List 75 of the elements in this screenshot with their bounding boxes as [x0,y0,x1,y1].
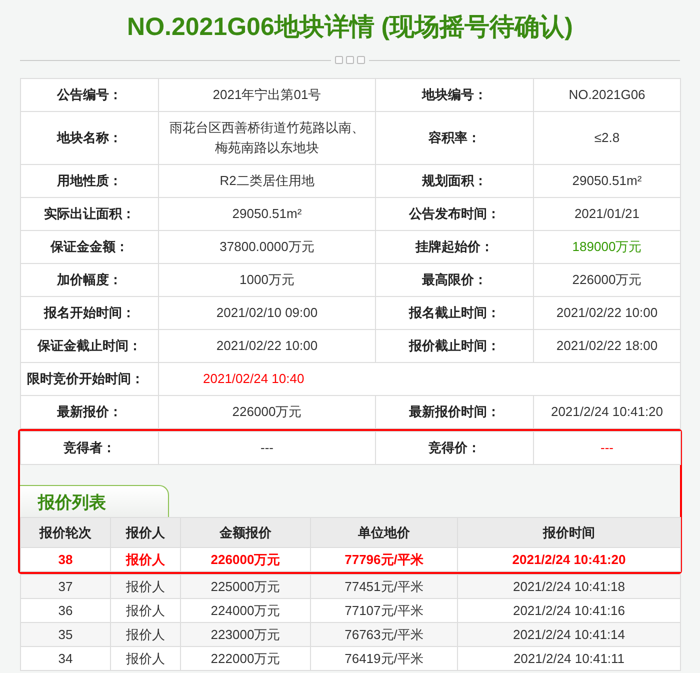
field-value: 2021/02/22 10:00 [556,304,658,322]
column-header: 报价时间 [458,518,680,548]
field-label: 保证金截止时间： [38,337,142,355]
field-label: 用地性质： [57,172,122,190]
field-value: 2021/2/24 10:41:20 [550,403,664,421]
table-cell: 报价人 [110,622,180,646]
field-value: 2021/02/22 10:00 [216,337,318,355]
table-cell: 报价人 [110,574,180,598]
field-label: 地块名称： [57,129,122,147]
field-value: 2021/01/21 [574,205,640,223]
table-cell: 77107元/平米 [310,598,458,622]
field-value: 2021年宁出第01号 [212,86,322,104]
table-cell: 2021/2/24 10:41:18 [458,574,680,598]
field-value: --- [260,439,274,457]
field-label: 最新报价时间： [409,403,500,421]
table-cell: 223000万元 [180,622,310,646]
field-label: 地块编号： [422,86,487,104]
table-cell: 76419元/平米 [310,646,458,670]
field-value: 29050.51m² [232,205,302,223]
field-label: 限时竞价开始时间： [27,370,144,388]
field-value: 189000万元 [572,238,642,256]
table-cell: 2021/2/24 10:41:11 [458,646,680,670]
field-label: 报价截止时间： [409,337,500,355]
table-cell: 2021/2/24 10:41:14 [458,622,680,646]
table-cell: 报价人 [110,598,180,622]
field-label: 挂牌起始价： [416,238,494,256]
table-cell: 报价人 [110,548,180,572]
field-label: 报名开始时间： [44,304,135,322]
field-value: 2021/02/22 18:00 [556,337,658,355]
field-label: 实际出让面积： [44,205,135,223]
table-cell: 36 [20,598,110,622]
field-value: 2021/02/10 09:00 [216,304,318,322]
field-label: 公告编号： [57,86,122,104]
table-cell: 37 [20,574,110,598]
field-value: 1000万元 [240,271,294,289]
field-value: 29050.51m² [572,172,642,190]
table-cell: 224000万元 [180,598,310,622]
table-cell: 226000万元 [180,548,310,572]
table-cell: 2021/2/24 10:41:20 [458,548,680,572]
field-label: 竞得价： [428,439,480,457]
field-value: 雨花台区西善桥街道竹苑路以南、梅苑南路以东地块 [168,119,366,157]
divider-ornament-icon [335,56,365,64]
table-cell: 222000万元 [180,646,310,670]
field-value: 2021/02/24 10:40 [203,370,304,388]
field-label: 规划面积： [422,172,487,190]
field-value: 37800.0000万元 [220,238,314,256]
field-value: R2二类居住用地 [220,172,314,190]
field-value: --- [600,439,614,457]
field-value: 226000万元 [572,271,642,289]
field-label: 最高限价： [422,271,487,289]
field-label: 最新报价： [57,403,122,421]
table-cell: 34 [20,646,110,670]
field-value: 226000万元 [232,403,302,421]
table-cell: 2021/2/24 10:41:16 [458,598,680,622]
table-cell: 报价人 [110,646,180,670]
field-label: 竞得者： [64,439,116,457]
table-cell: 38 [20,548,110,572]
table-cell: 76763元/平米 [310,622,458,646]
bid-list-tab[interactable]: 报价列表 [20,485,169,517]
table-cell: 77451元/平米 [310,574,458,598]
table-cell: 225000万元 [180,574,310,598]
table-cell: 77796元/平米 [310,548,458,572]
column-header: 单位地价 [310,518,458,548]
field-label: 保证金金额： [50,238,128,256]
column-header: 报价人 [110,518,180,548]
column-header: 报价轮次 [20,518,110,548]
field-label: 容积率： [428,129,480,147]
page-title: NO.2021G06地块详情 (现场摇号待确认) [126,12,574,43]
field-value: ≤2.8 [594,129,620,147]
table-cell: 35 [20,622,110,646]
column-header: 金额报价 [180,518,310,548]
field-value: NO.2021G06 [568,86,646,104]
field-label: 报名截止时间： [409,304,500,322]
field-label: 加价幅度： [57,271,122,289]
field-label: 公告发布时间： [409,205,500,223]
